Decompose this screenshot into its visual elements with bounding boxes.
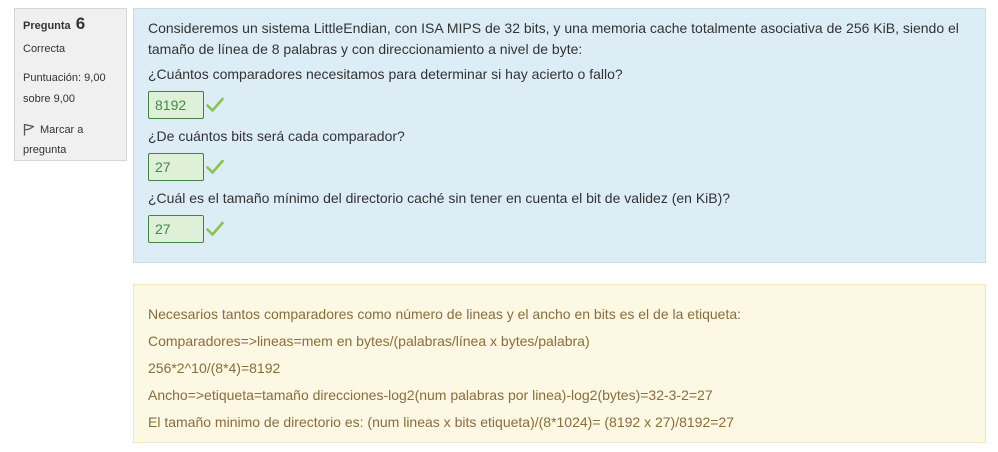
- subquestion-prompt-1: ¿Cuántos comparadores necesitamos para d…: [148, 66, 623, 82]
- question-number-heading: Pregunta 6: [23, 15, 118, 35]
- question-number: 6: [75, 14, 86, 33]
- answer-input-2[interactable]: [148, 153, 204, 181]
- flag-icon: [23, 123, 35, 136]
- flag-label-line-1: Marcar a: [40, 124, 84, 136]
- question-state: Correcta: [23, 43, 66, 55]
- correct-check-icon: [206, 97, 224, 112]
- feedback-line-3: 256*2^10/(8*4)=8192: [148, 360, 281, 376]
- answer-input-3[interactable]: [148, 215, 204, 243]
- feedback-line-1: Necesarios tantos comparadores como núme…: [148, 306, 742, 322]
- flag-label-line-2: pregunta: [23, 144, 67, 156]
- question-formulation: Consideremos un sistema LittleEndian, co…: [133, 8, 986, 263]
- correct-check-icon: [206, 159, 224, 174]
- question-info-panel: Pregunta 6 Correcta Puntuación: 9,00 sob…: [14, 8, 127, 161]
- feedback-panel: Necesarios tantos comparadores como núme…: [133, 284, 986, 443]
- subquestion-prompt-2: ¿De cuántos bits será cada comparador?: [148, 128, 405, 144]
- flag-question-link[interactable]: Marcar a pregunta: [23, 120, 118, 160]
- subquestion-prompt-3: ¿Cuál es el tamaño mínimo del directorio…: [148, 190, 731, 206]
- feedback-line-2: Comparadores=>lineas=mem en bytes/(palab…: [148, 333, 590, 349]
- correct-check-icon: [206, 221, 224, 236]
- grade-line-2: sobre 9,00: [23, 93, 75, 105]
- grade-line-1: Puntuación: 9,00: [23, 72, 106, 84]
- answer-row-1: [148, 90, 971, 120]
- feedback-line-5: El tamaño minimo de directorio es: (num …: [148, 414, 734, 430]
- answer-row-3: [148, 214, 971, 244]
- answer-row-2: [148, 152, 971, 182]
- answer-input-1[interactable]: [148, 91, 204, 119]
- question-text: Consideremos un sistema LittleEndian, co…: [148, 20, 959, 57]
- question-grade: Puntuación: 9,00 sobre 9,00: [23, 68, 118, 110]
- question-label: Pregunta: [23, 20, 71, 32]
- feedback-line-4: Ancho=>etiqueta=tamaño direcciones-log2(…: [148, 387, 713, 403]
